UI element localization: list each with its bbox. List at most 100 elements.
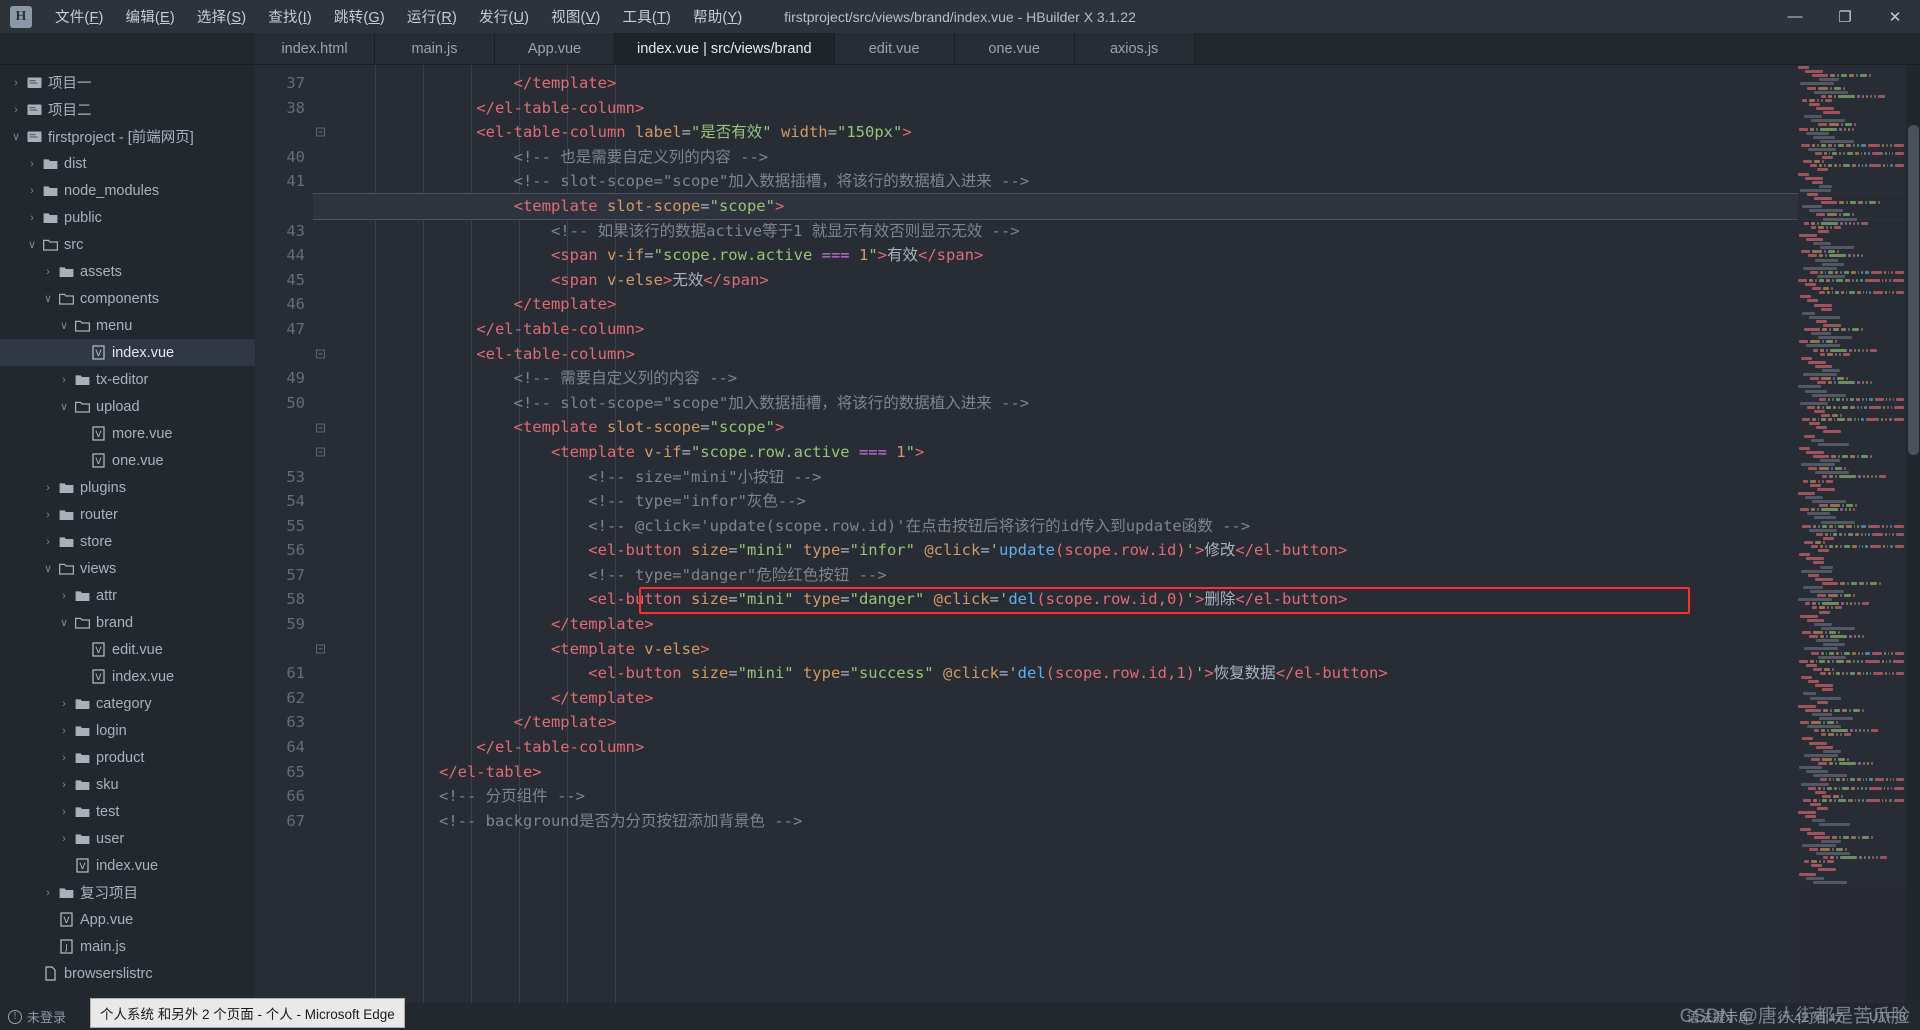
chevron-right-icon[interactable]: › — [56, 779, 72, 791]
code-line-64[interactable]: </el-table-column> — [313, 735, 1920, 760]
project-explorer[interactable]: › 项目一 › 项目二 ∨ firstproject - [前端网页] › dist › node… — [0, 65, 255, 1003]
code-line-61[interactable]: <el-button size="mini" type="success" @c… — [313, 661, 1920, 686]
tree-item-router[interactable]: › router — [0, 501, 255, 528]
tree-item-attr[interactable]: › attr — [0, 582, 255, 609]
tree-item-more.vue[interactable]: Vmore.vue — [0, 420, 255, 447]
chevron-right-icon[interactable]: › — [40, 482, 56, 494]
code-line-60[interactable]: <template v-else> — [313, 637, 1920, 662]
chevron-down-icon[interactable]: ∨ — [24, 238, 40, 251]
chevron-right-icon[interactable]: › — [8, 77, 24, 89]
code-editor[interactable]: 3738−4041−4344454647−4950−−5354555657585… — [255, 65, 1920, 1003]
tree-item-menu[interactable]: ∨ menu — [0, 312, 255, 339]
code-line-45[interactable]: <span v-else>无效</span> — [313, 268, 1920, 293]
vertical-scrollbar[interactable] — [1906, 65, 1920, 1003]
chevron-right-icon[interactable]: › — [56, 833, 72, 845]
menu-item-5[interactable]: 跳转(G) — [323, 2, 396, 31]
code-line-63[interactable]: </template> — [313, 710, 1920, 735]
chevron-right-icon[interactable]: › — [56, 374, 72, 386]
code-line-53[interactable]: <!-- size="mini"小按钮 --> — [313, 465, 1920, 490]
tree-item-node-modules[interactable]: › node_modules — [0, 177, 255, 204]
chevron-right-icon[interactable]: › — [56, 725, 72, 737]
code-line-57[interactable]: <!-- type="danger"危险红色按钮 --> — [313, 563, 1920, 588]
editor-tab-4[interactable]: index.vue | src/views/brand — [615, 33, 835, 64]
tree-item-index.vue[interactable]: Vindex.vue — [0, 663, 255, 690]
chevron-right-icon[interactable]: › — [40, 509, 56, 521]
code-line-47[interactable]: </el-table-column> — [313, 317, 1920, 342]
editor-tab-7[interactable]: axios.js — [1074, 33, 1195, 64]
tree-item-views[interactable]: ∨ views — [0, 555, 255, 582]
tree-item-tx-editor[interactable]: › tx-editor — [0, 366, 255, 393]
code-line-46[interactable]: </template> — [313, 292, 1920, 317]
code-line-59[interactable]: </template> — [313, 612, 1920, 637]
code-content[interactable]: </template> </el-table-column> <el-table… — [313, 65, 1920, 1003]
tree-item-brand[interactable]: ∨ brand — [0, 609, 255, 636]
tree-item-public[interactable]: › public — [0, 204, 255, 231]
code-line-39[interactable]: <el-table-column label="是否有效" width="150… — [313, 120, 1920, 145]
tree-item-user[interactable]: › user — [0, 825, 255, 852]
code-line-55[interactable]: <!-- @click='update(scope.row.id)'在点击按钮后… — [313, 514, 1920, 539]
menu-item-4[interactable]: 查找(I) — [257, 2, 323, 31]
code-line-66[interactable]: <!-- 分页组件 --> — [313, 784, 1920, 809]
tree-item-login[interactable]: › login — [0, 717, 255, 744]
chevron-right-icon[interactable]: › — [40, 266, 56, 278]
chevron-right-icon[interactable]: › — [24, 158, 40, 170]
code-line-67[interactable]: <!-- background是否为分页按钮添加背景色 --> — [313, 809, 1920, 834]
tree-item-one.vue[interactable]: Vone.vue — [0, 447, 255, 474]
editor-tab-5[interactable]: edit.vue — [834, 33, 955, 64]
tree-item-browserslistrc[interactable]: browserslistrc — [0, 960, 255, 987]
chevron-right-icon[interactable]: › — [56, 752, 72, 764]
code-line-49[interactable]: <!-- 需要自定义列的内容 --> — [313, 366, 1920, 391]
code-line-51[interactable]: <template slot-scope="scope"> — [313, 415, 1920, 440]
tree-item-store[interactable]: › store — [0, 528, 255, 555]
close-button[interactable]: ✕ — [1870, 0, 1920, 33]
chevron-down-icon[interactable]: ∨ — [40, 292, 56, 305]
code-line-48[interactable]: <el-table-column> — [313, 342, 1920, 367]
menu-item-7[interactable]: 发行(U) — [468, 2, 540, 31]
editor-tab-2[interactable]: main.js — [375, 33, 495, 64]
tree-item-plugins[interactable]: › plugins — [0, 474, 255, 501]
menu-item-3[interactable]: 选择(S) — [186, 2, 257, 31]
tree-item-components[interactable]: ∨ components — [0, 285, 255, 312]
tree-item-assets[interactable]: › assets — [0, 258, 255, 285]
chevron-down-icon[interactable]: ∨ — [56, 400, 72, 413]
tree-item-复习项目[interactable]: › 复习项目 — [0, 879, 255, 906]
chevron-right-icon[interactable]: › — [56, 698, 72, 710]
code-line-37[interactable]: </template> — [313, 71, 1920, 96]
code-line-52[interactable]: <template v-if="scope.row.active === 1"> — [313, 440, 1920, 465]
code-line-42[interactable]: <template slot-scope="scope"> — [313, 192, 1920, 220]
minimize-button[interactable]: — — [1770, 0, 1820, 33]
scrollbar-thumb[interactable] — [1908, 125, 1919, 455]
code-line-43[interactable]: <!-- 如果该行的数据active等于1 就显示有效否则显示无效 --> — [313, 219, 1920, 244]
code-line-62[interactable]: </template> — [313, 686, 1920, 711]
tree-item-upload[interactable]: ∨ upload — [0, 393, 255, 420]
tree-item-项目一[interactable]: › 项目一 — [0, 69, 255, 96]
tree-item-edit.vue[interactable]: Vedit.vue — [0, 636, 255, 663]
chevron-down-icon[interactable]: ∨ — [40, 562, 56, 575]
menu-item-1[interactable]: 文件(F) — [44, 2, 115, 31]
tree-item-category[interactable]: › category — [0, 690, 255, 717]
tree-item-firstproject----前端网页-[interactable]: ∨ firstproject - [前端网页] — [0, 123, 255, 150]
tree-item-src[interactable]: ∨ src — [0, 231, 255, 258]
login-status[interactable]: 未登录 — [27, 1007, 66, 1026]
chevron-down-icon[interactable]: ∨ — [56, 616, 72, 629]
code-line-56[interactable]: <el-button size="mini" type="infor" @cli… — [313, 538, 1920, 563]
menu-item-8[interactable]: 视图(V) — [540, 2, 611, 31]
tree-item-app.vue[interactable]: V App.vue — [0, 906, 255, 933]
chevron-down-icon[interactable]: ∨ — [8, 130, 24, 143]
chevron-down-icon[interactable]: ∨ — [56, 319, 72, 332]
tree-item-main.js[interactable]: Jmain.js — [0, 933, 255, 960]
tree-item-product[interactable]: › product — [0, 744, 255, 771]
minimap[interactable] — [1798, 65, 1906, 1003]
chevron-right-icon[interactable]: › — [40, 536, 56, 548]
code-line-58[interactable]: <el-button size="mini" type="danger" @cl… — [313, 587, 1920, 615]
code-line-44[interactable]: <span v-if="scope.row.active === 1">有效</… — [313, 243, 1920, 268]
chevron-right-icon[interactable]: › — [56, 590, 72, 602]
code-line-65[interactable]: </el-table> — [313, 760, 1920, 785]
tree-item-dist[interactable]: › dist — [0, 150, 255, 177]
menu-item-9[interactable]: 工具(T) — [612, 2, 683, 31]
chevron-right-icon[interactable]: › — [56, 806, 72, 818]
menu-item-10[interactable]: 帮助(Y) — [682, 2, 753, 31]
tree-item-sku[interactable]: › sku — [0, 771, 255, 798]
chevron-right-icon[interactable]: › — [40, 887, 56, 899]
editor-tab-3[interactable]: App.vue — [495, 33, 615, 64]
